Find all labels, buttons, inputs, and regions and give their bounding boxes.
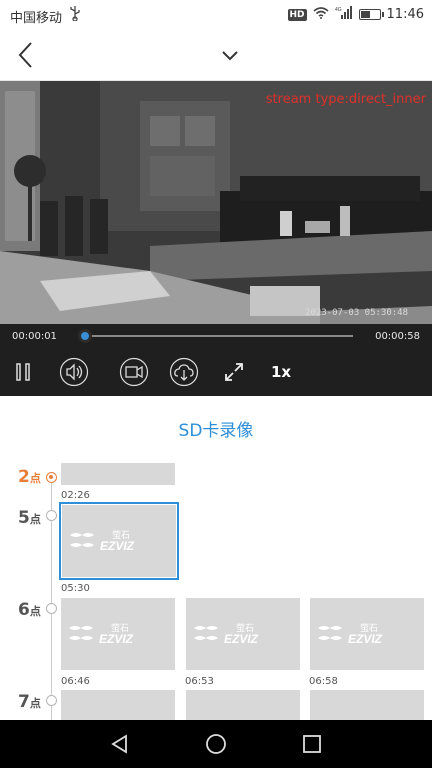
current-time: 00:00:01 xyxy=(12,331,57,342)
clip-time: 06:58 xyxy=(309,676,338,687)
hour-label-5: 5点 xyxy=(18,508,41,528)
clip-thumbnail[interactable] xyxy=(186,690,300,720)
seek-handle[interactable] xyxy=(78,329,92,343)
download-icon xyxy=(169,357,199,387)
clip-thumbnail[interactable]: 萤石 EZVIZ xyxy=(186,598,300,670)
back-button[interactable] xyxy=(12,40,42,70)
clip-time: 06:53 xyxy=(185,676,214,687)
nav-back-button[interactable] xyxy=(108,732,132,756)
pause-icon xyxy=(16,363,30,381)
volume-icon xyxy=(59,357,89,387)
player-controls: 00:00:01 00:00:58 1x xyxy=(0,324,432,396)
nav-recents-icon xyxy=(303,735,321,753)
app-header xyxy=(0,31,432,81)
ezviz-logo-icon: 萤石 EZVIZ xyxy=(318,622,383,646)
sd-section-title: SD卡录像 xyxy=(178,421,254,441)
hd-badge: HD xyxy=(287,8,307,21)
hour-dot-5 xyxy=(46,510,57,521)
fullscreen-button[interactable] xyxy=(219,357,249,387)
download-button[interactable] xyxy=(169,357,199,387)
svg-text:EZVIZ: EZVIZ xyxy=(99,632,134,646)
svg-text:4G: 4G xyxy=(335,7,342,13)
nav-recents-button[interactable] xyxy=(300,732,324,756)
clip-thumbnail[interactable] xyxy=(61,463,175,485)
clip-time: 02:26 xyxy=(61,490,90,501)
fullscreen-icon xyxy=(225,363,243,381)
carrier-label: 中国移动 xyxy=(10,11,63,26)
back-arrow-icon xyxy=(18,42,32,68)
pause-button[interactable] xyxy=(8,357,38,387)
hour-dot-6 xyxy=(46,603,57,614)
nav-home-button[interactable] xyxy=(204,732,228,756)
clip-thumbnail[interactable]: 萤石 EZVIZ xyxy=(61,598,175,670)
battery-icon xyxy=(358,9,384,20)
signal-icon: 4G xyxy=(335,6,353,23)
clip-thumbnail[interactable]: 萤石 EZVIZ xyxy=(310,598,424,670)
status-icons: HD 4G 11:46 xyxy=(287,6,424,23)
video-frame xyxy=(0,81,432,324)
ezviz-logo-icon: 萤石 EZVIZ xyxy=(70,529,135,553)
chevron-down-icon xyxy=(222,51,238,61)
ezviz-logo-icon: 萤石 EZVIZ xyxy=(194,622,259,646)
clip-thumbnail[interactable] xyxy=(310,690,424,720)
svg-text:EZVIZ: EZVIZ xyxy=(100,539,135,553)
clip-thumbnail[interactable] xyxy=(61,690,175,720)
hour-label-2: 2点 xyxy=(18,467,41,487)
end-time: 00:00:58 xyxy=(375,331,420,342)
volume-button[interactable] xyxy=(59,357,89,387)
playback-screen: 中国移动 HD 4G 11:46 stream type:direct_inne… xyxy=(0,0,432,768)
status-bar: 中国移动 HD 4G 11:46 xyxy=(0,0,432,31)
hour-label-6: 6点 xyxy=(18,600,41,620)
record-icon xyxy=(119,357,149,387)
wifi-icon xyxy=(313,6,329,23)
speed-button[interactable]: 1x xyxy=(271,363,291,381)
system-nav-bar xyxy=(0,720,432,768)
hour-dot-7 xyxy=(46,695,57,706)
video-player[interactable]: stream type:direct_inner 2023-07-03 05:3… xyxy=(0,81,432,324)
status-time: 11:46 xyxy=(386,7,424,22)
clip-time: 05:30 xyxy=(61,583,90,594)
nav-back-icon xyxy=(111,734,127,754)
clip-time: 06:46 xyxy=(61,676,90,687)
clip-thumbnail-selected[interactable]: 萤石 EZVIZ xyxy=(59,502,179,580)
hour-dot-2 xyxy=(46,472,57,483)
hour-label-7: 7点 xyxy=(18,692,41,712)
osd-timestamp: 2023-07-03 05:30:48 xyxy=(305,308,408,318)
svg-text:EZVIZ: EZVIZ xyxy=(348,632,383,646)
seek-bar[interactable] xyxy=(85,335,353,337)
dropdown-button[interactable] xyxy=(216,45,244,67)
usb-icon xyxy=(70,5,80,25)
record-button[interactable] xyxy=(119,357,149,387)
stream-type-label: stream type:direct_inner xyxy=(265,92,426,107)
svg-text:EZVIZ: EZVIZ xyxy=(224,632,259,646)
nav-home-icon xyxy=(206,734,226,754)
ezviz-logo-icon: 萤石 EZVIZ xyxy=(69,622,134,646)
